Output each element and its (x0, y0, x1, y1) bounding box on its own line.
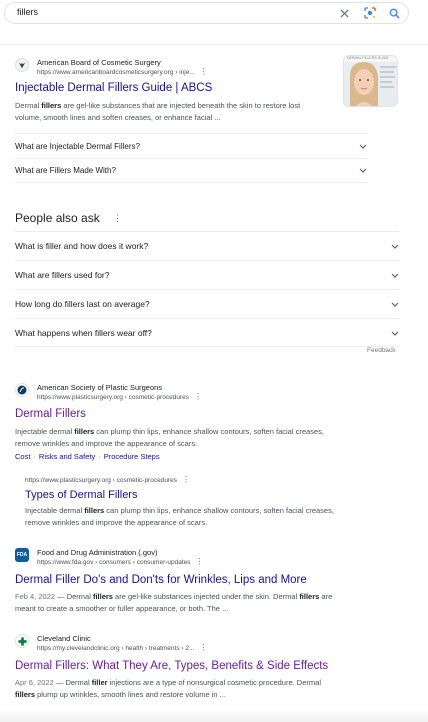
sub-result-url: https://www.plasticsurgery.org › cosmeti… (25, 475, 190, 485)
paa-question-label: What are fillers used for? (15, 270, 110, 280)
result-title[interactable]: Dermal Fillers (15, 408, 86, 420)
site-url: https://www.plasticsurgery.org › cosmeti… (37, 394, 189, 401)
paa-divider (15, 346, 399, 347)
search-bar: fillers (4, 2, 409, 24)
sitelink-risks-and-safety[interactable]: Risks and Safety (39, 452, 95, 461)
paa-question[interactable]: What is filler and how does it work? (15, 231, 399, 260)
accordion-label: What are Fillers Made With? (15, 166, 116, 175)
paa-question[interactable]: How long do fillers last on average? (15, 289, 399, 318)
result-snippet: Dermal fillers are gel-like substances t… (15, 101, 301, 122)
more-options-icon[interactable]: ⋮ (196, 558, 204, 566)
accordion-item[interactable]: What are Fillers Made With? (15, 158, 367, 183)
sub-result-title[interactable]: Types of Dermal Fillers (25, 489, 137, 501)
sub-result-snippet: Injectable dermal fillers can plump thin… (25, 506, 334, 527)
people-also-ask-heading: People also ask (15, 211, 100, 225)
result-snippet: Apr 6, 2022 — Dermal filler injections a… (15, 678, 321, 699)
result-title[interactable]: Dermal Filler Do's and Don'ts for Wrinkl… (15, 574, 307, 586)
chevron-down-icon (359, 142, 367, 150)
thumbnail-banner: DERMAL FILLERS GUIDE (347, 56, 389, 60)
site-name: American Board of Cosmetic Surgery (37, 58, 161, 67)
abcs-favicon-icon (15, 58, 29, 72)
result-thumbnail[interactable]: DERMAL FILLERS GUIDE (343, 55, 398, 107)
clear-icon[interactable] (337, 6, 351, 20)
lens-icon[interactable] (363, 6, 377, 20)
asps-favicon-icon (15, 383, 29, 397)
bottom-fade (0, 708, 428, 722)
chevron-down-icon (391, 300, 399, 308)
chevron-down-icon (391, 329, 399, 337)
more-options-icon[interactable]: ⋮ (200, 68, 208, 76)
accordion-label: What are Injectable Dermal Fillers? (15, 141, 140, 151)
accordion-item[interactable]: What are Injectable Dermal Fillers? (15, 133, 367, 158)
site-url: https://my.clevelandclinic.org › health … (37, 645, 195, 652)
more-options-icon[interactable]: ⋮ (182, 476, 190, 484)
result-snippet: Feb 4, 2022 — Dermal fillers are gel-lik… (15, 592, 333, 613)
result-source[interactable]: Cleveland Clinic https://my.clevelandcli… (15, 634, 207, 654)
sitelinks: Cost · Risks and Safety · Procedure Steps (15, 452, 160, 461)
sitelink-cost[interactable]: Cost (15, 452, 30, 461)
paa-question-label: How long do fillers last on average? (15, 299, 150, 309)
result-source[interactable]: FDA Food and Drug Administration (.gov) … (15, 548, 204, 568)
more-options-icon[interactable]: ⋮ (199, 644, 207, 652)
site-name: Cleveland Clinic (37, 634, 91, 643)
cleveland-clinic-favicon-icon (15, 634, 29, 648)
result-title[interactable]: Dermal Fillers: What They Are, Types, Be… (15, 660, 328, 672)
site-url: https://www.fda.gov › consumers › consum… (37, 559, 191, 566)
result-source[interactable]: American Board of Cosmetic Surgery https… (15, 58, 208, 78)
header-divider (0, 44, 428, 45)
result-source[interactable]: American Society of Plastic Surgeons htt… (15, 383, 202, 403)
feedback-link[interactable]: Feedback (367, 347, 396, 354)
chevron-down-icon (359, 167, 367, 175)
result-title[interactable]: Injectable Dermal Fillers Guide | ABCS (15, 82, 212, 94)
more-options-icon[interactable]: ⋮ (194, 393, 202, 401)
search-icon[interactable] (387, 6, 401, 20)
more-options-icon[interactable]: ⋮ (113, 213, 122, 224)
site-url: https://www.americanboardcosmeticsurgery… (37, 69, 195, 76)
paa-question[interactable]: What happens when fillers wear off? (15, 318, 399, 347)
chevron-down-icon (391, 242, 399, 250)
paa-question-label: What happens when fillers wear off? (15, 328, 152, 338)
paa-question-label: What is filler and how does it work? (15, 241, 149, 251)
chevron-down-icon (391, 271, 399, 279)
sitelink-procedure-steps[interactable]: Procedure Steps (104, 452, 160, 461)
result-snippet: Injectable dermal fillers can plump thin… (15, 427, 324, 448)
search-input[interactable]: fillers (17, 7, 38, 17)
paa-question[interactable]: What are fillers used for? (15, 260, 399, 289)
site-name: American Society of Plastic Surgeons (37, 383, 163, 392)
fda-favicon-icon: FDA (15, 548, 29, 562)
site-name: Food and Drug Administration (.gov) (37, 548, 158, 557)
